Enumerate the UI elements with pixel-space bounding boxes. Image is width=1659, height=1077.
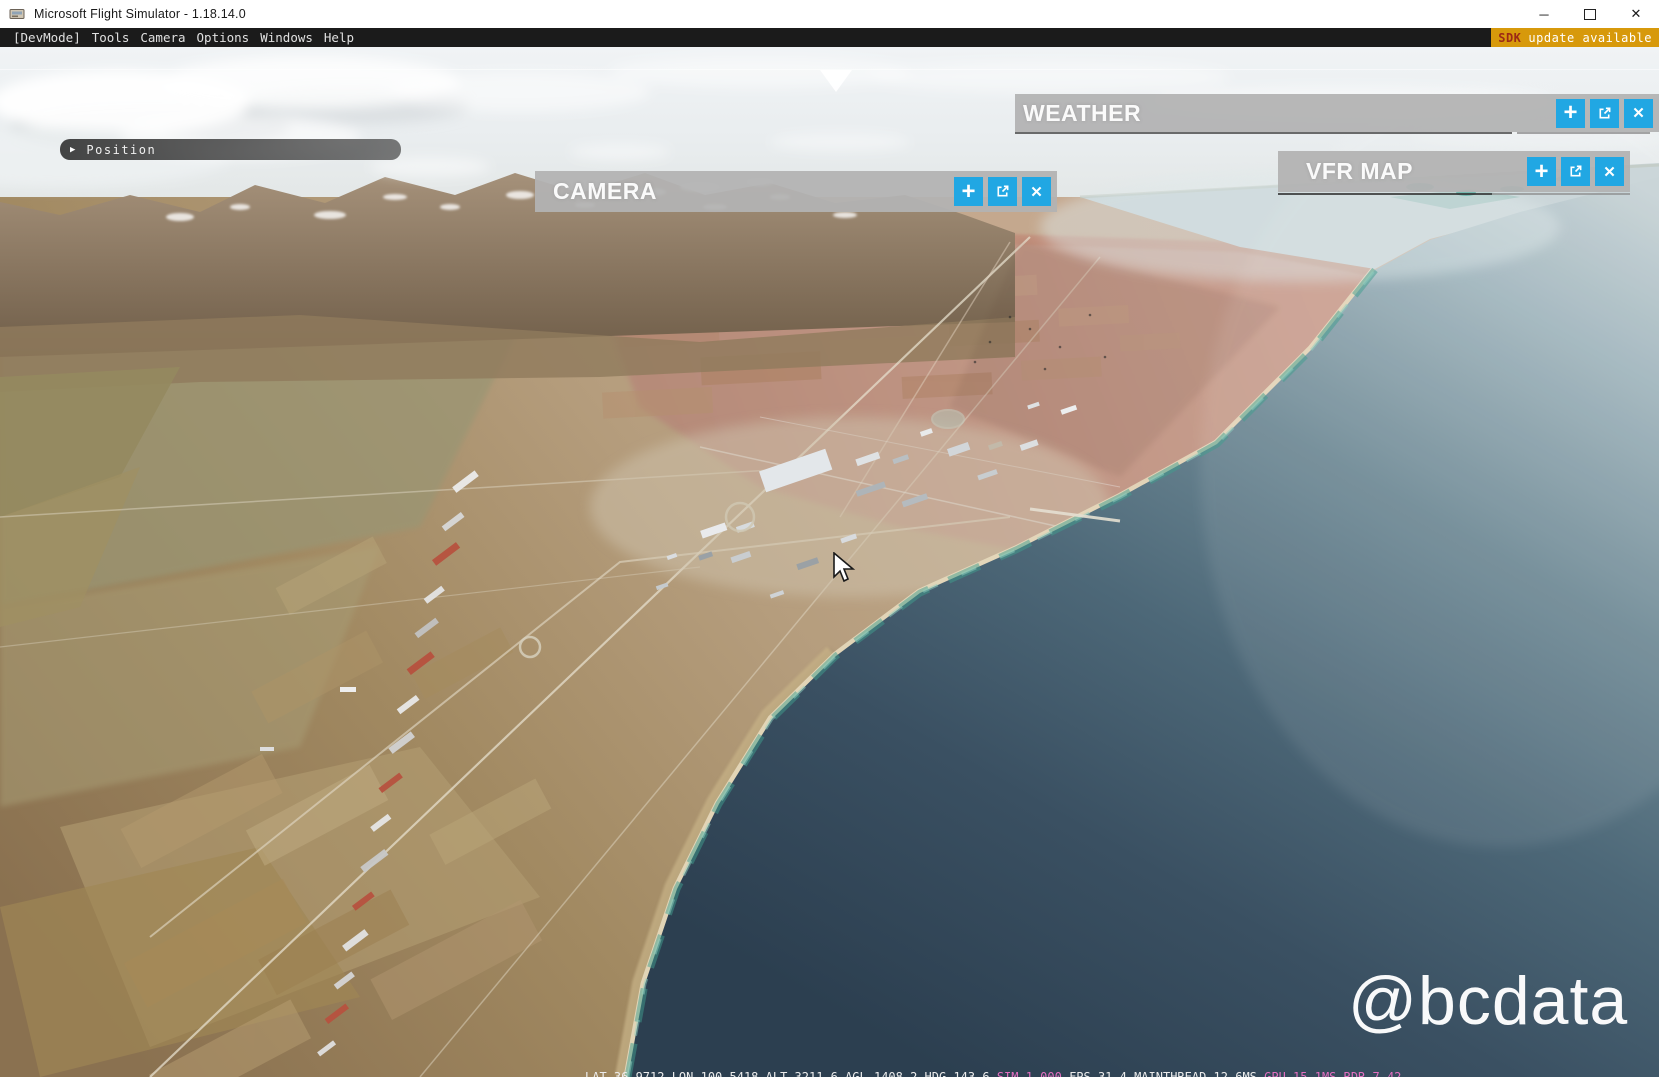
minimize-icon: ─ (1539, 6, 1549, 22)
camera-popout-button[interactable] (988, 177, 1017, 206)
weather-add-button[interactable]: + (1556, 98, 1585, 128)
title-bar[interactable]: Microsoft Flight Simulator - 1.18.14.0 ─… (0, 0, 1659, 28)
weather-close-button[interactable]: ✕ (1624, 98, 1653, 128)
weather-panel-border (1015, 132, 1512, 134)
sdk-badge-text: update available (1528, 30, 1652, 45)
position-panel[interactable]: ▶ Position (60, 139, 401, 160)
weather-popout-button[interactable] (1590, 98, 1619, 128)
app-window: Microsoft Flight Simulator - 1.18.14.0 ─… (0, 0, 1659, 1077)
vfr-map-panel-border (1278, 193, 1492, 195)
camera-panel-header[interactable]: CAMERA + ✕ (535, 171, 1057, 212)
telemetry-segment: FPS 31.4 MAINTHREAD 12.6MS (1069, 1070, 1265, 1077)
weather-panel-border (1517, 132, 1650, 134)
vfr-map-add-button[interactable]: + (1527, 157, 1556, 186)
mouse-cursor-icon (832, 551, 858, 589)
vfr-map-panel-buttons: + ✕ (1527, 157, 1624, 186)
app-icon (9, 6, 25, 22)
minimize-button[interactable]: ─ (1521, 0, 1567, 28)
popout-icon (1599, 107, 1611, 119)
vfr-map-panel-border (1492, 193, 1630, 195)
menu-tools[interactable]: Tools (92, 30, 130, 45)
telemetry-segment: GPU 15.1MS RDR 7.42 (1264, 1070, 1402, 1077)
vfr-map-close-button[interactable]: ✕ (1595, 157, 1624, 186)
window-controls: ─ ✕ (1521, 0, 1659, 28)
window-title: Microsoft Flight Simulator - 1.18.14.0 (34, 7, 246, 21)
popout-icon (997, 185, 1009, 197)
maximize-button[interactable] (1567, 0, 1613, 28)
camera-panel-title: CAMERA (553, 178, 657, 204)
popout-icon (1570, 165, 1582, 177)
weather-panel-buttons: + ✕ (1556, 98, 1653, 128)
camera-close-button[interactable]: ✕ (1022, 177, 1051, 206)
telemetry-strip: LAT 36.9712 LON 100.5418 ALT 3211.6 AGL … (0, 1070, 1659, 1077)
vfr-map-popout-button[interactable] (1561, 157, 1590, 186)
sdk-update-badge[interactable]: SDK update available (1491, 28, 1659, 47)
telemetry-segment: LAT 36.9712 LON 100.5418 ALT 3211.6 AGL … (585, 1070, 997, 1077)
weather-panel-title: WEATHER (1023, 99, 1142, 126)
vfr-map-panel-header[interactable]: VFR MAP + ✕ (1278, 151, 1630, 192)
menu-devmode[interactable]: [DevMode] (13, 30, 81, 45)
camera-panel-buttons: + ✕ (954, 177, 1051, 206)
toolbar-handle-icon[interactable] (820, 70, 852, 92)
close-button[interactable]: ✕ (1613, 0, 1659, 28)
watermark: @bcdata (1348, 963, 1629, 1039)
sdk-badge-prefix: SDK (1498, 30, 1522, 45)
position-panel-label: Position (86, 142, 157, 157)
maximize-icon (1584, 8, 1596, 20)
menu-windows[interactable]: Windows (260, 30, 313, 45)
expand-arrow-icon: ▶ (70, 144, 76, 155)
menu-camera[interactable]: Camera (140, 30, 185, 45)
close-icon: ✕ (1630, 6, 1642, 21)
simulator-viewport[interactable]: ▶ Position CAMERA + ✕ WEATHER + ✕ VFR MA… (0, 47, 1659, 1077)
menu-options[interactable]: Options (197, 30, 250, 45)
menu-help[interactable]: Help (324, 30, 354, 45)
vfr-map-panel-title: VFR MAP (1306, 158, 1413, 184)
camera-add-button[interactable]: + (954, 177, 983, 206)
devmode-menu-bar: [DevMode] Tools Camera Options Windows H… (0, 28, 1659, 47)
telemetry-text: LAT 36.9712 LON 100.5418 ALT 3211.6 AGL … (585, 1070, 1401, 1077)
telemetry-segment: SIM 1.000 (996, 1070, 1070, 1077)
weather-panel-header[interactable]: WEATHER + ✕ (1015, 94, 1659, 132)
